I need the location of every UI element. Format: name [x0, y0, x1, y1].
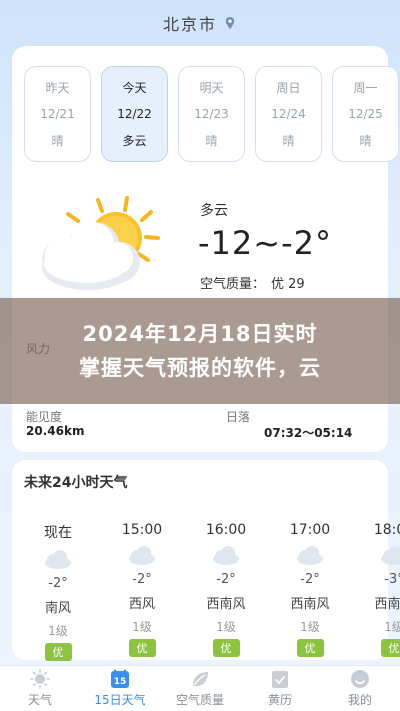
cloud-icon — [297, 546, 323, 565]
almanac-icon — [272, 671, 288, 688]
hourly-item[interactable]: 现在 -2° 南风 1级 优 — [16, 522, 100, 662]
city-name[interactable]: 北京市 — [163, 11, 217, 35]
banner-line-1: 2024年12月18日实时 — [82, 322, 318, 346]
day-label: 周一 — [353, 80, 378, 95]
sun-icon — [30, 669, 50, 689]
hour-temp: -2° — [216, 572, 236, 587]
day-item-today[interactable]: 今天 12/22 多云 — [101, 66, 168, 162]
calendar-15-icon: 15 — [111, 669, 129, 688]
hourly-item[interactable]: 16:00 -2° 西南风 1级 优 — [184, 522, 268, 662]
hour-wind: 西风 — [128, 597, 155, 612]
tab-air-quality[interactable]: 空气质量 — [160, 666, 240, 711]
tab-almanac[interactable]: 黄历 — [240, 666, 320, 711]
day-label: 明天 — [199, 80, 224, 95]
hour-wind: 南风 — [44, 601, 71, 616]
hour-wind: 西南风 — [290, 597, 330, 612]
hourly-item[interactable]: 17:00 -2° 西南风 1级 优 — [268, 522, 352, 662]
aqi-badge: 优 — [128, 639, 156, 657]
visibility-label: 能见度 — [26, 410, 63, 424]
cloud-icon — [129, 546, 155, 565]
tab-weather[interactable]: 天气 — [0, 666, 80, 711]
location-pin-icon — [225, 17, 235, 29]
aqi-label: 空气质量： — [200, 277, 266, 292]
bottom-tab-bar: 天气 15 15日天气 空气质量 黄历 我的 — [0, 665, 400, 711]
aqi-value: 优 29 — [271, 277, 305, 292]
sunset-label: 日落 — [226, 410, 251, 424]
svg-text:15: 15 — [114, 677, 127, 687]
hour-wind-level: 1级 — [384, 620, 400, 634]
day-item-sunday[interactable]: 周日 12/24 晴 — [255, 66, 322, 162]
day-condition: 晴 — [359, 134, 372, 149]
tab-profile[interactable]: 我的 — [320, 666, 400, 711]
partly-cloudy-icon — [42, 196, 160, 290]
visibility-value-block: 20.46km — [26, 424, 84, 438]
air-quality[interactable]: 空气质量： 优 29 — [200, 273, 305, 292]
day-date: 12/23 — [194, 106, 229, 121]
hour-time: 现在 — [44, 525, 72, 541]
hour-temp: -2° — [300, 572, 320, 587]
day-condition: 晴 — [51, 134, 64, 149]
tab-label: 空气质量 — [175, 693, 224, 707]
hour-temp: -3° — [384, 572, 400, 587]
hour-wind-level: 1级 — [48, 624, 68, 638]
hourly-item[interactable]: 18:00 -3° 西南风 1级 优 — [352, 522, 400, 662]
hour-wind-level: 1级 — [300, 620, 320, 634]
hour-time: 17:00 — [289, 522, 331, 538]
hour-wind-level: 1级 — [216, 620, 236, 634]
aqi-badge: 优 — [212, 639, 240, 657]
cloud-icon — [213, 546, 239, 565]
tab-label: 黄历 — [267, 693, 292, 707]
day-label: 昨天 — [45, 80, 70, 95]
sunset-value: 07:32～05:14 — [264, 426, 353, 440]
banner-line-2: 掌握天气预报的软件，云 — [79, 356, 321, 380]
day-date: 12/25 — [348, 106, 383, 121]
aqi-badge: 优 — [296, 639, 324, 657]
tab-label: 15日天气 — [94, 693, 146, 707]
day-label: 周日 — [276, 80, 301, 95]
hour-wind: 西南风 — [374, 597, 400, 612]
day-date: 12/22 — [117, 106, 152, 121]
profile-icon — [351, 670, 369, 688]
aqi-badge: 优 — [380, 639, 400, 657]
hour-time: 15:00 — [121, 522, 163, 538]
day-date: 12/21 — [40, 106, 75, 121]
city-header[interactable]: 北京市 — [0, 0, 400, 46]
hour-wind: 西南风 — [206, 597, 246, 612]
hour-wind-level: 1级 — [132, 620, 152, 634]
day-condition: 晴 — [282, 134, 295, 149]
visibility-stat: 能见度 — [26, 408, 62, 425]
visibility-value: 20.46km — [26, 424, 85, 438]
article-title-banner: 2024年12月18日实时 掌握天气预报的软件，云 — [0, 298, 400, 404]
sunset-stat: 日落 — [226, 408, 250, 425]
current-condition: 多云 — [200, 203, 228, 219]
tab-15-day[interactable]: 15 15日天气 — [80, 666, 160, 711]
day-condition: 晴 — [205, 134, 218, 149]
day-date: 12/24 — [271, 106, 306, 121]
leaf-icon — [193, 672, 208, 687]
hour-temp: -2° — [48, 576, 68, 591]
tab-label: 天气 — [27, 693, 52, 707]
sunset-value-block: 07:32～05:14 — [264, 424, 352, 441]
hour-temp: -2° — [132, 572, 152, 587]
hour-time: 16:00 — [205, 522, 247, 538]
hour-time: 18:00 — [373, 522, 400, 538]
day-item-monday[interactable]: 周一 12/25 晴 — [332, 66, 399, 162]
hourly-item[interactable]: 15:00 -2° 西风 1级 优 — [100, 522, 184, 662]
hourly-title: 未来24小时天气 — [24, 475, 128, 491]
day-selector: 昨天 12/21 晴 今天 12/22 多云 明天 12/23 晴 周日 12/… — [24, 66, 400, 162]
day-item-yesterday[interactable]: 昨天 12/21 晴 — [24, 66, 91, 162]
hourly-forecast-list[interactable]: 现在 -2° 南风 1级 优 15:00 -2° 西风 1级 优 16:00 -… — [16, 522, 400, 662]
day-label: 今天 — [122, 80, 147, 95]
aqi-badge: 优 — [44, 643, 72, 661]
temperature-range: -12~-2° — [198, 224, 332, 262]
cloud-icon — [45, 550, 71, 569]
day-condition: 多云 — [122, 134, 147, 149]
tab-label: 我的 — [347, 693, 372, 707]
cloud-icon — [381, 546, 400, 565]
day-item-tomorrow[interactable]: 明天 12/23 晴 — [178, 66, 245, 162]
